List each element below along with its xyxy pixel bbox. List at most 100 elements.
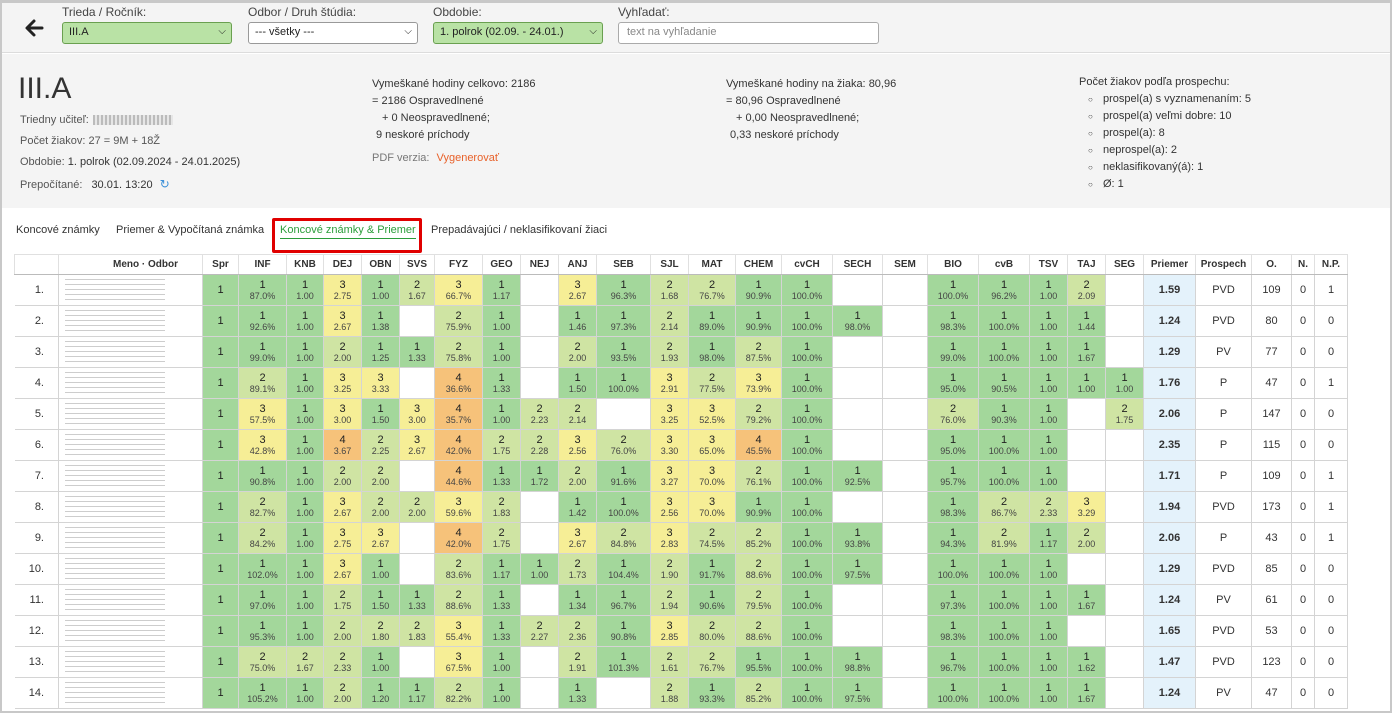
grade-detail: 1.00 [492,415,511,425]
grade-value: 1 [574,589,581,601]
subject-header[interactable]: ANJ [558,254,597,275]
subject-header[interactable]: SJL [650,254,689,275]
student-name-cell[interactable] [58,646,203,678]
grade-detail: 1.62 [1077,663,1096,673]
subject-header[interactable]: cvCH [781,254,833,275]
grade-cell [1067,398,1106,430]
grade-value: 2 [339,651,346,663]
grade-detail: 1.00 [1039,291,1058,301]
grade-detail: 96.2% [991,291,1017,301]
period-select[interactable]: 1. polrok (02.09. - 24.01.) ⌵ [433,22,603,44]
grade-cell: 1 1.00 [482,305,521,337]
grade-detail: 1.75 [492,539,511,549]
grade-value: 1 [1000,310,1008,322]
student-name-cell[interactable] [58,274,203,306]
grade-value: 1 [1083,589,1090,601]
grade-cell: 3 3.33 [361,367,400,399]
grade-value: 1 [803,589,811,601]
subject-header[interactable]: TAJ [1067,254,1106,275]
grade-cell: 3 3.25 [323,367,362,399]
subject-header[interactable]: SEB [596,254,651,275]
grade-detail: 2.56 [568,446,587,456]
grade-detail: 1.00 [1039,570,1058,580]
table-row: 4. 1 2 89.1% 1 1.00 3 3.25 3 3.33 4 36.6% 1 1.33 1 1.50… [14,367,1348,399]
class-filter: Trieda / Ročník: III.A ⌵ [62,5,232,44]
grade-cell: 1 99.0% [238,336,287,368]
grade-cell: 1 100.0% [781,336,833,368]
grade-detail: 65.0% [699,446,725,456]
subject-header[interactable]: DEJ [323,254,362,275]
subject-header[interactable]: FYZ [434,254,483,275]
student-name-cell[interactable] [58,336,203,368]
refresh-icon[interactable]: ↻ [160,177,170,191]
student-name-cell[interactable] [58,305,203,337]
grade-detail: 102.0% [247,570,278,580]
grade-value: 1 [498,465,505,477]
hours-total-unexcused: + 0 Neospravedlnené; [382,112,490,124]
student-name-cell[interactable] [58,429,203,461]
grade-detail: 100.0% [988,446,1020,456]
grade-cell: 3 42.8% [238,429,287,461]
subject-header[interactable]: SECH [832,254,883,275]
subject-header[interactable]: OBN [361,254,400,275]
grade-cell: 1 98.0% [688,336,736,368]
search-input[interactable]: text na vyhľadanie [618,22,879,44]
student-name-cell[interactable] [58,460,203,492]
student-name-cell[interactable] [58,491,203,523]
tab-failing-students[interactable]: Prepadávajúci / neklasifikovaní žiaci [431,224,607,236]
subject-header[interactable]: KNB [286,254,324,275]
subject-header[interactable]: BIO [927,254,979,275]
grade-detail: 76.1% [745,477,772,487]
table-row: 14. 1 1 105.2% 1 1.00 2 2.00 1 1.20 1 1.17 2 82.2% 1 1.… [14,677,1348,709]
subject-header[interactable]: MAT [688,254,736,275]
summary-header[interactable]: Priemer [1143,254,1196,275]
student-name-cell[interactable] [58,584,203,616]
grade-detail: 76.0% [940,415,966,425]
grade-detail: 96.3% [610,291,637,301]
grade-cell [520,584,559,616]
grade-cell: 3 2.83 [650,522,689,554]
grade-cell: 2 84.2% [238,522,287,554]
subject-header[interactable]: CHEM [735,254,782,275]
tab-final-grades[interactable]: Koncové známky [16,224,100,236]
student-name-cell[interactable] [58,553,203,585]
student-name-cell[interactable] [58,398,203,430]
subject-header[interactable]: SEM [882,254,928,275]
grade-value: 1 [1000,341,1008,353]
subject-header[interactable]: cvB [978,254,1030,275]
arrow-left-icon [25,19,44,37]
subject-header[interactable]: INF [238,254,287,275]
subject-header[interactable]: Spr [202,254,239,275]
summary-header[interactable]: O. [1251,254,1292,275]
grade-cell: 1 93.5% [596,336,651,368]
subject-header[interactable]: TSV [1029,254,1068,275]
student-name-cell[interactable] [58,615,203,647]
class-select[interactable]: III.A ⌵ [62,22,232,44]
pdf-generate-link[interactable]: Vygenerovať [437,152,499,164]
summary-header[interactable]: Prospech [1195,254,1252,275]
grade-value: 1 [377,310,384,322]
name-column-header[interactable]: Meno · Odbor [58,254,203,275]
subject-header[interactable]: NEJ [520,254,559,275]
grade-cell: 1 1.42 [558,491,597,523]
field-select[interactable]: --- všetky --- ⌵ [248,22,418,44]
grade-detail: 1.00 [296,632,314,642]
tab-average-calculated[interactable]: Priemer & Vypočítaná známka [116,224,264,236]
student-name-cell[interactable] [58,522,203,554]
grade-value: 1 [620,651,627,663]
grade-detail: 76.7% [699,291,725,301]
unexcused-hours-cell: 0 [1291,646,1315,678]
result-cell: P [1195,460,1252,492]
grade-detail: 1.00 [296,291,314,301]
subject-header[interactable]: SEG [1105,254,1144,275]
student-name-cell[interactable] [58,367,203,399]
grade-value: 3 [666,372,673,384]
grade-cell: 1 90.8% [238,460,287,492]
summary-header[interactable]: N. [1291,254,1315,275]
back-button[interactable] [22,17,46,39]
student-name-cell[interactable] [58,677,203,709]
results-item: prospel(a): 8 [1088,125,1251,142]
subject-header[interactable]: GEO [482,254,521,275]
summary-header[interactable]: N.P. [1314,254,1348,275]
subject-header[interactable]: SVS [399,254,435,275]
